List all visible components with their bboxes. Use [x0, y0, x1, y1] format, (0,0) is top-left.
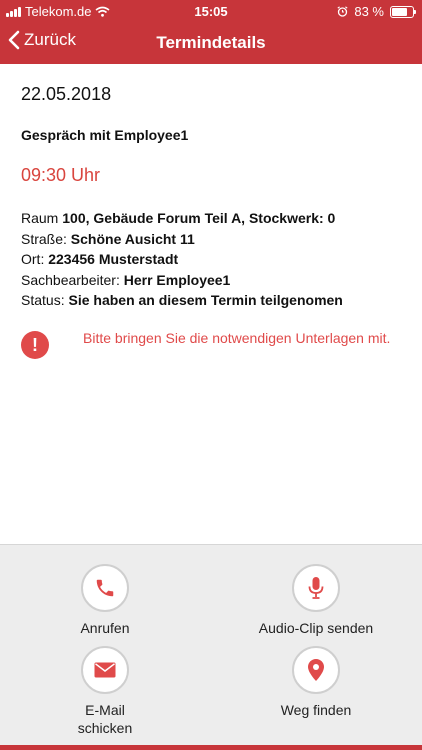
audio-clip-button[interactable]: Audio-Clip senden — [226, 564, 406, 637]
nav-bar: Zurück Termindetails — [0, 22, 422, 64]
email-circle — [81, 646, 129, 694]
appointment-date: 22.05.2018 — [21, 84, 112, 104]
email-button[interactable]: E-Mail schicken — [15, 646, 195, 737]
battery-level — [392, 7, 407, 16]
call-label: Anrufen — [80, 620, 130, 636]
battery-icon — [390, 5, 416, 18]
email-label: E-Mail schicken — [15, 701, 195, 737]
route-circle — [292, 646, 340, 694]
status-value: Sie haben an diesem Termin teilgenomen — [68, 292, 343, 308]
agent-value: Herr Employee1 — [123, 271, 231, 288]
city-row: Ort: 223456 Musterstadt — [21, 249, 343, 270]
microphone-icon — [308, 577, 324, 599]
agent-label: Sachbearbeiter: — [21, 271, 120, 288]
room-value: 100, Gebäude Forum Teil A, Stockwerk: 0 — [62, 210, 336, 226]
notice-text: Bitte bringen Sie die notwendigen Unterl… — [83, 330, 391, 346]
audio-circle — [292, 564, 340, 612]
warning-icon: ! — [21, 331, 49, 359]
city-label: Ort: — [21, 251, 45, 267]
street-row: Straße: Schöne Ausicht 11 — [21, 229, 343, 250]
alarm-icon — [337, 6, 348, 17]
find-route-button[interactable]: Weg finden — [226, 646, 406, 719]
email-label-line2: schicken — [77, 720, 133, 736]
call-circle — [81, 564, 129, 612]
page-title: Termindetails — [156, 33, 266, 52]
appointment-info: Raum 100, Gebäude Forum Teil A, Stockwer… — [21, 208, 343, 311]
status-label: Status: — [21, 292, 65, 308]
street-label: Straße: — [21, 230, 67, 247]
battery-percent: 83 % — [354, 4, 384, 19]
appointment-time: 09:30 Uhr — [21, 165, 101, 185]
room-row: Raum 100, Gebäude Forum Teil A, Stockwer… — [21, 208, 343, 229]
appointment-subject: Gespräch mit Employee1 — [21, 127, 189, 143]
action-panel: Anrufen Audio-Clip senden E-Mail schicke… — [0, 544, 422, 745]
mail-icon — [94, 662, 116, 678]
city-value: 223456 Musterstadt — [48, 251, 179, 267]
call-button[interactable]: Anrufen — [15, 564, 195, 637]
status-right: 83 % — [337, 4, 416, 19]
status-row: Status: Sie haben an diesem Termin teilg… — [21, 290, 343, 311]
email-label-line1: E-Mail — [85, 702, 125, 718]
agent-row: Sachbearbeiter: Herr Employee1 — [21, 270, 343, 291]
app-header: Telekom.de 15:05 83 % Zurück Termindetai… — [0, 0, 422, 64]
status-bar: Telekom.de 15:05 83 % — [0, 0, 422, 22]
phone-icon — [96, 579, 114, 597]
room-label: Raum — [21, 210, 59, 226]
audio-clip-label: Audio-Clip senden — [258, 620, 374, 636]
find-route-label: Weg finden — [280, 702, 352, 718]
location-pin-icon — [308, 659, 324, 681]
street-value: Schöne Ausicht 11 — [70, 230, 195, 247]
bottom-accent-bar — [0, 745, 422, 750]
